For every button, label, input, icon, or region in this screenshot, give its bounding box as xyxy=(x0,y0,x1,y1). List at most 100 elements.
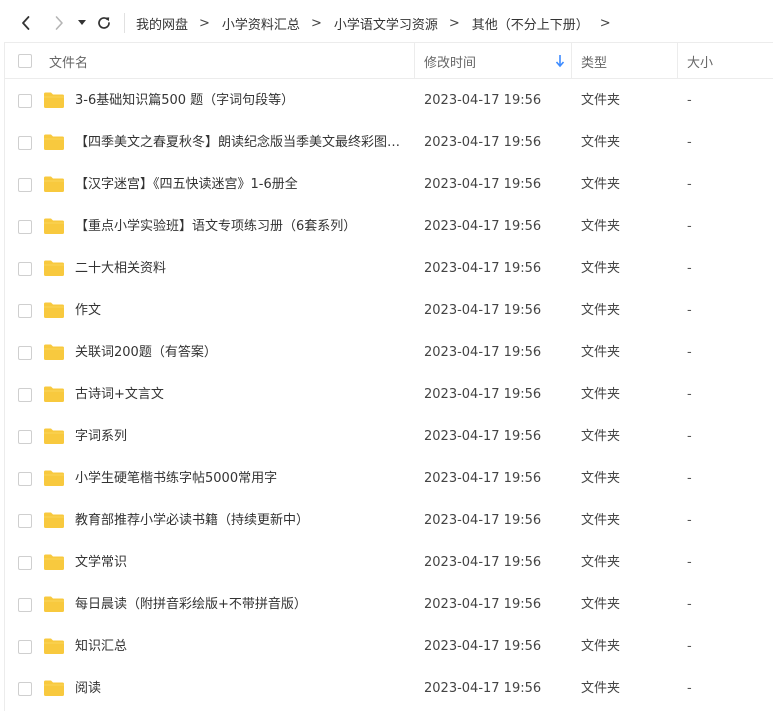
file-name[interactable]: 文学常识 xyxy=(75,542,407,584)
folder-icon xyxy=(44,680,64,696)
row-checkbox[interactable] xyxy=(18,472,32,486)
file-size: - xyxy=(687,135,692,150)
breadcrumb-item-root[interactable]: 我的网盘 xyxy=(136,14,188,33)
file-name[interactable]: 【汉字迷宫】《四五快读迷宫》1-6册全 xyxy=(75,164,407,206)
file-table: 文件名 修改时间 类型 大小 3-6基础知识篇500 题（字词句段等） 2023… xyxy=(4,42,773,711)
file-name[interactable]: 【四季美文之春夏秋冬】朗读纪念版当季美文最终彩图高... xyxy=(75,122,407,164)
column-header-size[interactable]: 大小 xyxy=(687,43,713,79)
file-name[interactable]: 小学生硬笔楷书练字帖5000常用字 xyxy=(75,458,407,500)
table-row[interactable]: 【四季美文之春夏秋冬】朗读纪念版当季美文最终彩图高... 2023-04-17 … xyxy=(5,122,773,164)
table-row[interactable]: 知识汇总 2023-04-17 19:56 文件夹 - xyxy=(5,626,773,668)
row-checkbox[interactable] xyxy=(18,136,32,150)
file-name[interactable]: 【重点小学实验班】语文专项练习册（6套系列） xyxy=(75,206,407,248)
modified-time: 2023-04-17 19:56 xyxy=(424,177,542,192)
folder-icon xyxy=(44,176,64,192)
breadcrumb-item-chinese[interactable]: 小学语文学习资源 xyxy=(334,14,438,33)
row-checkbox[interactable] xyxy=(18,640,32,654)
file-name[interactable]: 阅读 xyxy=(75,668,407,710)
file-size: - xyxy=(687,261,692,276)
row-checkbox[interactable] xyxy=(18,514,32,528)
column-divider[interactable] xyxy=(571,43,572,79)
select-all-checkbox[interactable] xyxy=(18,54,32,68)
table-row[interactable]: 【重点小学实验班】语文专项练习册（6套系列） 2023-04-17 19:56 … xyxy=(5,206,773,248)
file-type: 文件夹 xyxy=(581,387,621,402)
history-dropdown-button[interactable] xyxy=(74,12,90,34)
breadcrumb-separator[interactable]: > xyxy=(600,16,611,31)
forward-button[interactable] xyxy=(48,12,70,34)
file-size: - xyxy=(687,681,692,696)
row-checkbox[interactable] xyxy=(18,304,32,318)
table-row[interactable]: 教育部推荐小学必读书籍（持续更新中） 2023-04-17 19:56 文件夹 … xyxy=(5,500,773,542)
file-name[interactable]: 每日晨读（附拼音彩绘版+不带拼音版） xyxy=(75,584,407,626)
modified-time: 2023-04-17 19:56 xyxy=(424,261,542,276)
table-row[interactable]: 字词系列 2023-04-17 19:56 文件夹 - xyxy=(5,416,773,458)
file-size: - xyxy=(687,639,692,654)
row-checkbox[interactable] xyxy=(18,178,32,192)
table-row[interactable]: 文学常识 2023-04-17 19:56 文件夹 - xyxy=(5,542,773,584)
table-row[interactable]: 二十大相关资料 2023-04-17 19:56 文件夹 - xyxy=(5,248,773,290)
file-type: 文件夹 xyxy=(581,219,621,234)
table-row[interactable]: 关联词200题（有答案） 2023-04-17 19:56 文件夹 - xyxy=(5,332,773,374)
folder-icon xyxy=(44,260,64,276)
folder-icon xyxy=(44,386,64,402)
file-name[interactable]: 教育部推荐小学必读书籍（持续更新中） xyxy=(75,500,407,542)
file-type: 文件夹 xyxy=(581,639,621,654)
file-size: - xyxy=(687,219,692,234)
row-checkbox[interactable] xyxy=(18,346,32,360)
file-size: - xyxy=(687,555,692,570)
row-checkbox[interactable] xyxy=(18,682,32,696)
file-type: 文件夹 xyxy=(581,177,621,192)
row-checkbox[interactable] xyxy=(18,388,32,402)
modified-time: 2023-04-17 19:56 xyxy=(424,93,542,108)
row-checkbox[interactable] xyxy=(18,220,32,234)
file-size: - xyxy=(687,429,692,444)
file-size: - xyxy=(687,303,692,318)
modified-time: 2023-04-17 19:56 xyxy=(424,513,542,528)
modified-time: 2023-04-17 19:56 xyxy=(424,681,542,696)
row-checkbox[interactable] xyxy=(18,94,32,108)
sort-arrow-down-icon[interactable] xyxy=(554,54,566,68)
column-header-name[interactable]: 文件名 xyxy=(49,43,88,79)
folder-icon xyxy=(44,134,64,150)
file-name[interactable]: 字词系列 xyxy=(75,416,407,458)
breadcrumb-separator: > xyxy=(310,15,322,31)
folder-icon xyxy=(44,638,64,654)
file-name[interactable]: 二十大相关资料 xyxy=(75,248,407,290)
table-row[interactable]: 【汉字迷宫】《四五快读迷宫》1-6册全 2023-04-17 19:56 文件夹… xyxy=(5,164,773,206)
folder-icon xyxy=(44,470,64,486)
column-divider[interactable] xyxy=(414,43,415,79)
table-row[interactable]: 阅读 2023-04-17 19:56 文件夹 - xyxy=(5,668,773,710)
back-button[interactable] xyxy=(15,12,37,34)
folder-icon xyxy=(44,512,64,528)
modified-time: 2023-04-17 19:56 xyxy=(424,471,542,486)
file-name[interactable]: 关联词200题（有答案） xyxy=(75,332,407,374)
file-name[interactable]: 古诗词+文言文 xyxy=(75,374,407,416)
file-name[interactable]: 3-6基础知识篇500 题（字词句段等） xyxy=(75,80,407,122)
table-row[interactable]: 3-6基础知识篇500 题（字词句段等） 2023-04-17 19:56 文件… xyxy=(5,80,773,122)
modified-time: 2023-04-17 19:56 xyxy=(424,597,542,612)
modified-time: 2023-04-17 19:56 xyxy=(424,303,542,318)
row-checkbox[interactable] xyxy=(18,262,32,276)
row-checkbox[interactable] xyxy=(18,430,32,444)
column-header-type[interactable]: 类型 xyxy=(581,43,607,79)
table-row[interactable]: 每日晨读（附拼音彩绘版+不带拼音版） 2023-04-17 19:56 文件夹 … xyxy=(5,584,773,626)
column-divider[interactable] xyxy=(677,43,678,79)
file-name[interactable]: 作文 xyxy=(75,290,407,332)
breadcrumb: 我的网盘 > 小学资料汇总 > 小学语文学习资源 > 其他（不分上下册） > xyxy=(136,0,611,46)
column-header-mtime[interactable]: 修改时间 xyxy=(424,43,476,79)
file-size: - xyxy=(687,177,692,192)
file-type: 文件夹 xyxy=(581,471,621,486)
modified-time: 2023-04-17 19:56 xyxy=(424,345,542,360)
navigation-bar: 我的网盘 > 小学资料汇总 > 小学语文学习资源 > 其他（不分上下册） > xyxy=(0,0,773,46)
refresh-button[interactable] xyxy=(93,12,115,34)
row-checkbox[interactable] xyxy=(18,556,32,570)
breadcrumb-item-summary[interactable]: 小学资料汇总 xyxy=(222,14,300,33)
breadcrumb-separator: > xyxy=(448,15,460,31)
breadcrumb-item-current[interactable]: 其他（不分上下册） xyxy=(472,14,589,33)
modified-time: 2023-04-17 19:56 xyxy=(424,219,542,234)
table-row[interactable]: 古诗词+文言文 2023-04-17 19:56 文件夹 - xyxy=(5,374,773,416)
table-row[interactable]: 作文 2023-04-17 19:56 文件夹 - xyxy=(5,290,773,332)
file-name[interactable]: 知识汇总 xyxy=(75,626,407,668)
table-row[interactable]: 小学生硬笔楷书练字帖5000常用字 2023-04-17 19:56 文件夹 - xyxy=(5,458,773,500)
row-checkbox[interactable] xyxy=(18,598,32,612)
